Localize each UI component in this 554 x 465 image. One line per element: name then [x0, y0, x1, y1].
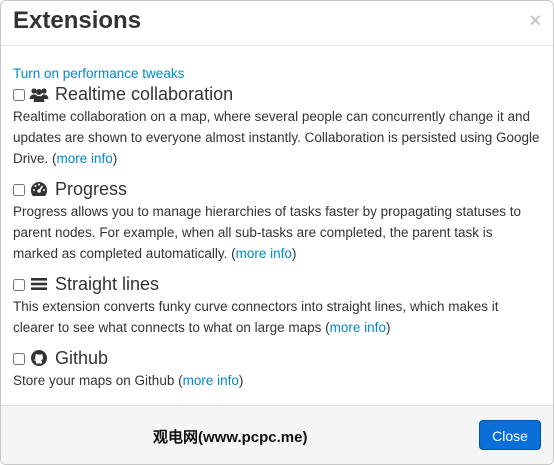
extension-name: Github: [55, 347, 109, 368]
description-text-end: ): [238, 373, 244, 388]
dialog-title: Extensions: [13, 7, 142, 34]
extension-realtime-collaboration: Realtime collaboration Realtime collabor…: [13, 82, 541, 169]
description-text: Store your maps on Github (: [13, 373, 183, 388]
description-text-end: ): [385, 320, 391, 335]
extension-straight-lines: Straight lines This extension converts f…: [13, 272, 541, 338]
description-text-end: ): [291, 246, 297, 261]
more-info-link[interactable]: more info: [330, 320, 386, 335]
github-icon: [29, 350, 49, 366]
users-icon: [29, 86, 49, 102]
more-info-link[interactable]: more info: [236, 246, 292, 261]
more-info-link[interactable]: more info: [183, 373, 239, 388]
dialog-footer: 观电网(www.pcpc.me) Close: [1, 405, 553, 464]
more-info-link[interactable]: more info: [57, 151, 113, 166]
dialog-body: Turn on performance tweaks Realtime coll…: [1, 46, 553, 391]
progress-checkbox[interactable]: [13, 184, 25, 196]
straight-lines-checkbox[interactable]: [13, 279, 25, 291]
github-checkbox[interactable]: [13, 353, 25, 365]
extensions-dialog: Extensions × Turn on performance tweaks: [0, 0, 554, 465]
extension-progress: Progress Progress allows you to manage h…: [13, 177, 541, 264]
extension-description: Progress allows you to manage hierarchie…: [13, 201, 541, 264]
extension-description: Realtime collaboration on a map, where s…: [13, 106, 541, 169]
extension-description: Store your maps on Github (more info): [13, 370, 541, 391]
extension-description: This extension converts funky curve conn…: [13, 296, 541, 338]
realtime-collaboration-checkbox[interactable]: [13, 89, 25, 101]
dashboard-icon: [29, 181, 49, 197]
close-icon[interactable]: ×: [529, 11, 541, 31]
extension-name: Progress: [55, 178, 128, 199]
lines-icon: [29, 276, 49, 292]
description-text: This extension converts funky curve conn…: [13, 299, 499, 335]
dialog-header: Extensions ×: [1, 1, 553, 46]
description-text-end: ): [112, 151, 118, 166]
extension-name: Straight lines: [55, 273, 160, 294]
extension-name: Realtime collaboration: [55, 83, 234, 104]
close-button[interactable]: Close: [479, 420, 541, 450]
extension-github: Github Store your maps on Github (more i…: [13, 346, 541, 391]
watermark: 观电网(www.pcpc.me): [153, 429, 308, 446]
performance-tweaks-link[interactable]: Turn on performance tweaks: [13, 66, 541, 81]
